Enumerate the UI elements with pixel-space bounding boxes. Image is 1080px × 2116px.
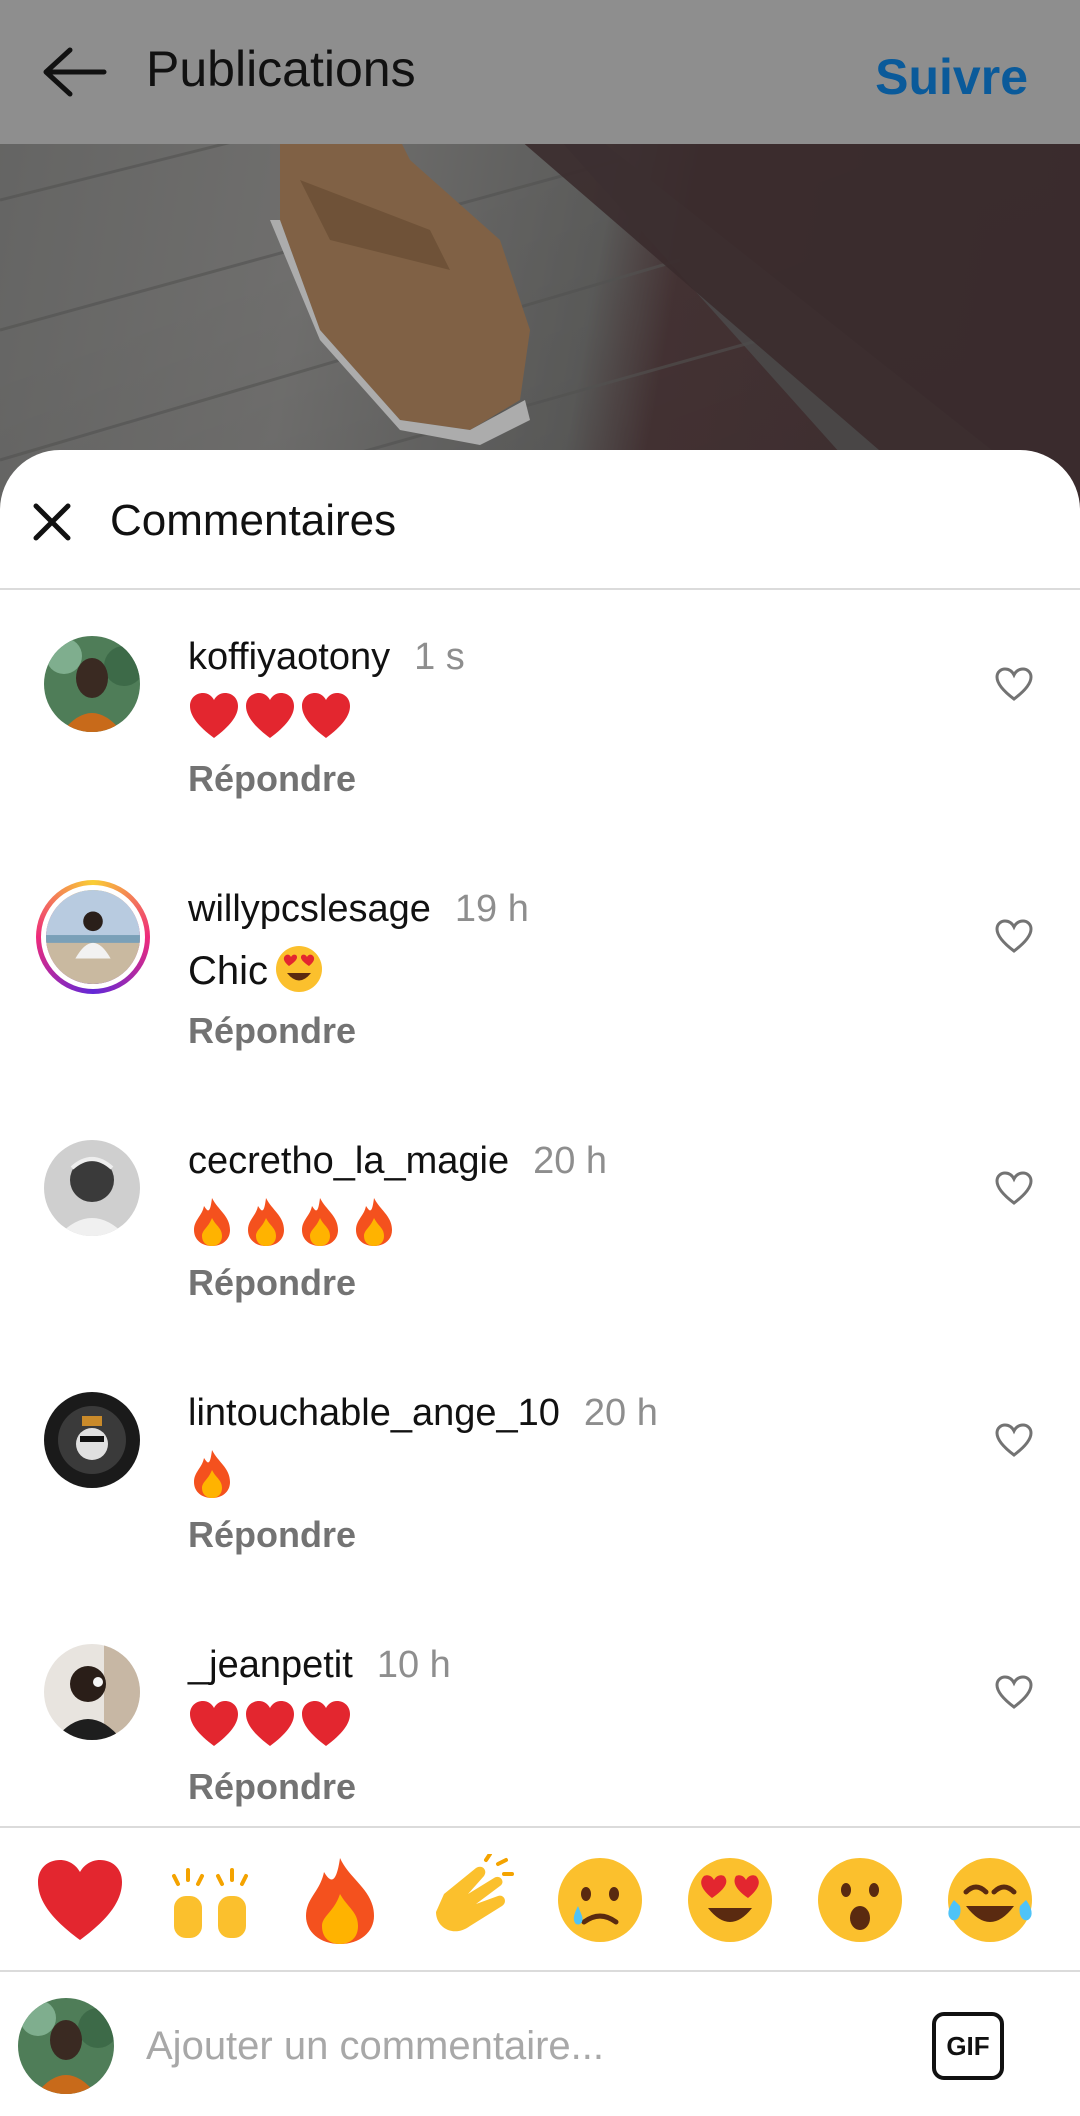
comment-text: Chic	[188, 944, 324, 994]
sad-tear-face-icon[interactable]	[554, 1854, 646, 1946]
red-heart-emoji-icon	[190, 693, 238, 738]
comment-text	[188, 1448, 242, 1500]
comment-input[interactable]	[146, 2016, 906, 2076]
comment-item: koffiyaotony 1 s Répondre	[0, 636, 1080, 888]
reply-button[interactable]: Répondre	[188, 1010, 356, 1052]
like-heart-icon[interactable]	[994, 1170, 1034, 1206]
red-heart-emoji-icon	[190, 1701, 238, 1746]
comment-username[interactable]: _jeanpetit	[188, 1644, 353, 1686]
like-heart-icon[interactable]	[994, 918, 1034, 954]
like-heart-icon[interactable]	[994, 1422, 1034, 1458]
comment-username[interactable]: willypcslesage	[188, 888, 431, 930]
comment-text-label: Chic	[188, 949, 269, 993]
reply-button[interactable]: Répondre	[188, 758, 356, 800]
fire-emoji-icon	[356, 1198, 392, 1246]
reply-button[interactable]: Répondre	[188, 1514, 356, 1556]
avatar[interactable]	[44, 1392, 140, 1488]
back-arrow-icon[interactable]	[36, 42, 108, 102]
comment-username[interactable]: lintouchable_ange_10	[188, 1392, 560, 1434]
close-icon[interactable]	[30, 500, 74, 544]
page-title: Publications	[146, 41, 416, 97]
comment-time: 10 h	[376, 1644, 451, 1686]
comment-item: willypcslesage 19 h Chic Répondre	[0, 880, 1080, 1140]
fire-emoji-icon	[194, 1198, 230, 1246]
comment-text	[188, 1700, 356, 1750]
fire-emoji-icon	[302, 1198, 338, 1246]
comment-item: lintouchable_ange_10 20 h Répondre	[0, 1392, 1080, 1644]
top-bar: Publications Suivre	[0, 0, 1080, 144]
fire-emoji-icon	[248, 1198, 284, 1246]
sheet-title: Commentaires	[110, 496, 397, 545]
avatar[interactable]	[44, 1140, 140, 1236]
fire-emoji-icon	[194, 1450, 230, 1498]
comment-username[interactable]: koffiyaotony	[188, 636, 390, 678]
follow-button[interactable]: Suivre	[875, 48, 1028, 106]
current-user-avatar	[18, 1998, 114, 2094]
avatar[interactable]	[44, 1644, 140, 1740]
heart-eyes-face-icon[interactable]	[684, 1854, 776, 1946]
comment-time: 1 s	[414, 636, 465, 678]
comment-time: 20 h	[583, 1392, 658, 1434]
comment-text	[188, 692, 356, 742]
gif-button[interactable]: GIF	[932, 2012, 1004, 2080]
reply-button[interactable]: Répondre	[188, 1766, 356, 1808]
comment-username[interactable]: cecretho_la_magie	[188, 1140, 509, 1182]
comment-time: 20 h	[533, 1140, 608, 1182]
surprised-face-icon[interactable]	[814, 1854, 906, 1946]
comment-header: willypcslesage 19 h	[188, 888, 529, 931]
sheet-header: Commentaires	[0, 450, 1080, 590]
heart-eyes-emoji-icon	[276, 946, 323, 992]
comment-header: lintouchable_ange_10 20 h	[188, 1392, 658, 1435]
comment-header: _jeanpetit 10 h	[188, 1644, 451, 1687]
raising-hands-icon[interactable]	[164, 1854, 256, 1946]
fire-icon[interactable]	[294, 1854, 386, 1946]
comment-header: koffiyaotony 1 s	[188, 636, 465, 679]
reply-button[interactable]: Répondre	[188, 1262, 356, 1304]
comment-header: cecretho_la_magie 20 h	[188, 1140, 607, 1183]
red-heart-emoji-icon	[302, 693, 350, 738]
avatar[interactable]	[44, 636, 140, 732]
red-heart-emoji-icon	[246, 1701, 294, 1746]
comment-item: cecretho_la_magie 20 h Répondre	[0, 1140, 1080, 1392]
like-heart-icon[interactable]	[994, 666, 1034, 702]
comment-time: 19 h	[454, 888, 529, 930]
comment-composer: GIF	[0, 1972, 1080, 2116]
red-heart-emoji-icon	[302, 1701, 350, 1746]
like-heart-icon[interactable]	[994, 1674, 1034, 1710]
clapping-hands-icon[interactable]	[424, 1854, 516, 1946]
quick-reactions-bar	[0, 1826, 1080, 1972]
red-heart-emoji-icon	[246, 693, 294, 738]
red-heart-icon[interactable]	[34, 1854, 126, 1946]
tears-of-joy-face-icon[interactable]	[944, 1854, 1036, 1946]
comment-text	[188, 1196, 404, 1248]
avatar-story-ring[interactable]	[36, 880, 150, 994]
